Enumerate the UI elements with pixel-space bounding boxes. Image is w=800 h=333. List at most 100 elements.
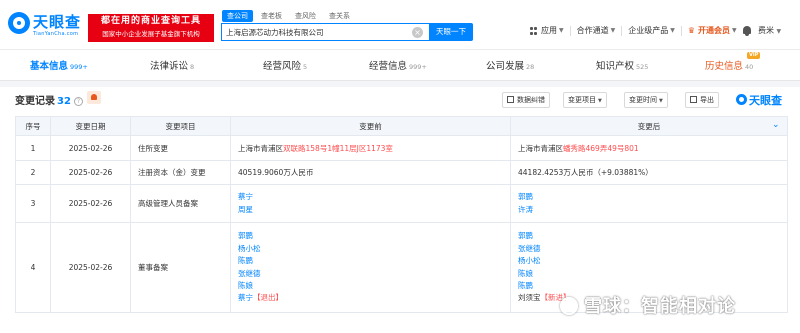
tab-count: 999+ <box>409 63 427 71</box>
tab-search-company[interactable]: 查公司 <box>222 10 253 22</box>
xueqiu-logo-icon <box>560 297 578 315</box>
tab-legal[interactable]: 法律诉讼 8 <box>150 55 194 81</box>
clear-search-icon[interactable]: × <box>412 27 423 38</box>
tab-count: 999+ <box>70 63 88 71</box>
export-button[interactable]: 导出 <box>685 92 719 108</box>
tab-search-boss[interactable]: 查老板 <box>256 10 287 22</box>
top-nav: 应用 ▼ 合作通道 ▼ 企业级产品 ▼ ♛ 开通会员 ▼ <box>524 24 743 38</box>
cell-date: 2025-02-26 <box>50 135 131 161</box>
exit-tag: 【退出】 <box>253 293 283 303</box>
search-button[interactable]: 天眼一下 <box>429 23 473 41</box>
crown-icon: ♛ <box>687 26 696 35</box>
edit-icon <box>507 96 514 103</box>
person-link[interactable]: 陈鹏 <box>238 255 510 267</box>
person-link[interactable]: 张继德 <box>518 243 787 255</box>
chevron-down-icon: ▼ <box>670 27 675 34</box>
tab-count: 40 <box>745 63 754 71</box>
cell-before: 蔡宁 周星 <box>230 184 511 223</box>
bell-icon[interactable] <box>742 26 752 36</box>
tab-development[interactable]: 公司发展 28 <box>486 55 534 81</box>
user-menu[interactable]: 费米 ▼ <box>758 25 781 36</box>
person-link[interactable]: 陈娘 <box>518 268 787 280</box>
col-header-date: 变更日期 <box>50 116 131 136</box>
table-header-row: 序号 变更日期 变更项目 变更前 变更后 <box>15 116 788 136</box>
person-link[interactable]: 郭鹏 <box>518 191 787 203</box>
cell-before: 上海市青浦区双联路158号1幢11层J区1173室 <box>230 135 511 161</box>
nav-enterprise[interactable]: 企业级产品 ▼ <box>622 26 682 36</box>
search-box: × <box>221 23 429 41</box>
cell-after: 上海市青浦区蟠秀路469弄49号801 <box>510 135 788 161</box>
collapse-chevron-icon[interactable]: ⌄ <box>772 120 780 130</box>
tab-count: 8 <box>190 63 195 71</box>
tianyancha-logo[interactable]: 天眼查 TianYanCha.com <box>8 10 84 40</box>
chevron-down-icon: ▼ <box>732 27 737 34</box>
person-link[interactable]: 许涛 <box>518 204 787 216</box>
search-input[interactable] <box>226 26 406 39</box>
record-title-text: 变更记录 <box>15 96 55 107</box>
text-highlight: 双联路158号1幢11层J区1173室 <box>283 143 393 153</box>
promo-banner[interactable]: 都在用的商业查询工具 国家中小企业发展子基金旗下机构 <box>88 14 214 42</box>
person-link[interactable]: 陈鹏 <box>518 280 787 292</box>
tab-count: 525 <box>636 63 649 71</box>
tab-search-relation[interactable]: 查关系 <box>324 10 355 22</box>
cell-date: 2025-02-26 <box>50 184 131 223</box>
button-label: 导出 <box>700 96 714 104</box>
cell-before: 40519.9060万人民币 <box>230 160 511 185</box>
button-label: 数据纠错 <box>517 96 545 104</box>
export-icon <box>690 96 697 103</box>
nav-vip[interactable]: ♛ 开通会员 ▼ <box>682 26 743 36</box>
person-link[interactable]: 蔡宁 <box>238 191 510 203</box>
person-link[interactable]: 杨小松 <box>238 243 510 255</box>
logo-name: 天眼查 <box>33 13 82 31</box>
top-header: 天眼查 TianYanCha.com 都在用的商业查询工具 国家中小企业发展子基… <box>0 0 800 50</box>
tab-basic-info[interactable]: 基本信息 999+ <box>30 55 88 81</box>
cell-after: 郭鹏 许涛 <box>510 184 788 223</box>
button-label: 变更项目 <box>568 96 596 104</box>
chevron-down-icon: ▼ <box>610 27 616 34</box>
logo-subtitle: TianYanCha.com <box>33 31 79 37</box>
person-link[interactable]: 郭鹏 <box>238 230 510 242</box>
alert-bell-icon[interactable] <box>87 91 101 104</box>
cell-after: 44182.4253万人民币（+9.03881%） <box>510 160 788 185</box>
tab-search-risk[interactable]: 查风险 <box>290 10 321 22</box>
cell-item: 董事备案 <box>130 222 231 313</box>
eye-logo-icon <box>736 94 747 105</box>
tab-label: 知识产权 <box>596 61 635 72</box>
nav-cooperate[interactable]: 合作通道 ▼ <box>571 26 623 36</box>
banner-line-2: 国家中小企业发展子基金旗下机构 <box>102 30 200 38</box>
cell-index: 3 <box>15 184 51 223</box>
caret-down-icon: ▼ <box>598 98 602 104</box>
tab-count: 28 <box>526 63 535 71</box>
change-item-filter[interactable]: 变更项目 ▼ <box>563 92 607 108</box>
cell-before: 郭鹏 杨小松 陈鹏 张继德 陈娘 蔡宁【退出】 <box>230 222 511 313</box>
tab-risk[interactable]: 经营风险 5 <box>263 55 307 81</box>
table-row: 3 2025-02-26 高级管理人员备案 蔡宁 周星 郭鹏 许涛 <box>15 184 788 223</box>
data-correction-button[interactable]: 数据纠错 <box>502 92 550 108</box>
apps-grid-icon <box>530 27 538 35</box>
person-link[interactable]: 张继德 <box>238 268 510 280</box>
tab-operation[interactable]: 经营信息 999+ <box>369 55 427 81</box>
nav-apps-label: 应用 <box>541 26 557 35</box>
chevron-down-icon: ▼ <box>776 28 782 35</box>
tab-label: 法律诉讼 <box>150 61 189 72</box>
tab-label: 公司发展 <box>486 61 525 72</box>
person-link[interactable]: 郭鹏 <box>518 230 787 242</box>
change-record-title: 变更记录 32? <box>15 92 83 107</box>
col-header-index: 序号 <box>15 116 51 136</box>
person-link[interactable]: 周星 <box>238 204 510 216</box>
tab-history[interactable]: 历史信息 40 VIP <box>705 52 761 81</box>
cell-item: 住所变更 <box>130 135 231 161</box>
person-link[interactable]: 陈娘 <box>238 280 510 292</box>
person-link[interactable]: 杨小松 <box>518 255 787 267</box>
nav-apps[interactable]: 应用 ▼ <box>524 26 571 36</box>
nav-vip-label: 开通会员 <box>698 26 731 35</box>
col-header-item: 变更项目 <box>130 116 231 136</box>
cell-item: 注册资本（金）变更 <box>130 160 231 185</box>
change-time-filter[interactable]: 变更时间 ▼ <box>624 92 668 108</box>
help-icon[interactable]: ? <box>73 97 83 106</box>
tab-ip[interactable]: 知识产权 525 <box>596 55 648 81</box>
table-row: 1 2025-02-26 住所变更 上海市青浦区双联路158号1幢11层J区11… <box>15 135 788 161</box>
tab-label: 基本信息 <box>30 61 69 72</box>
person-link[interactable]: 蔡宁 <box>238 293 253 302</box>
tab-label: 经营信息 <box>369 61 408 72</box>
